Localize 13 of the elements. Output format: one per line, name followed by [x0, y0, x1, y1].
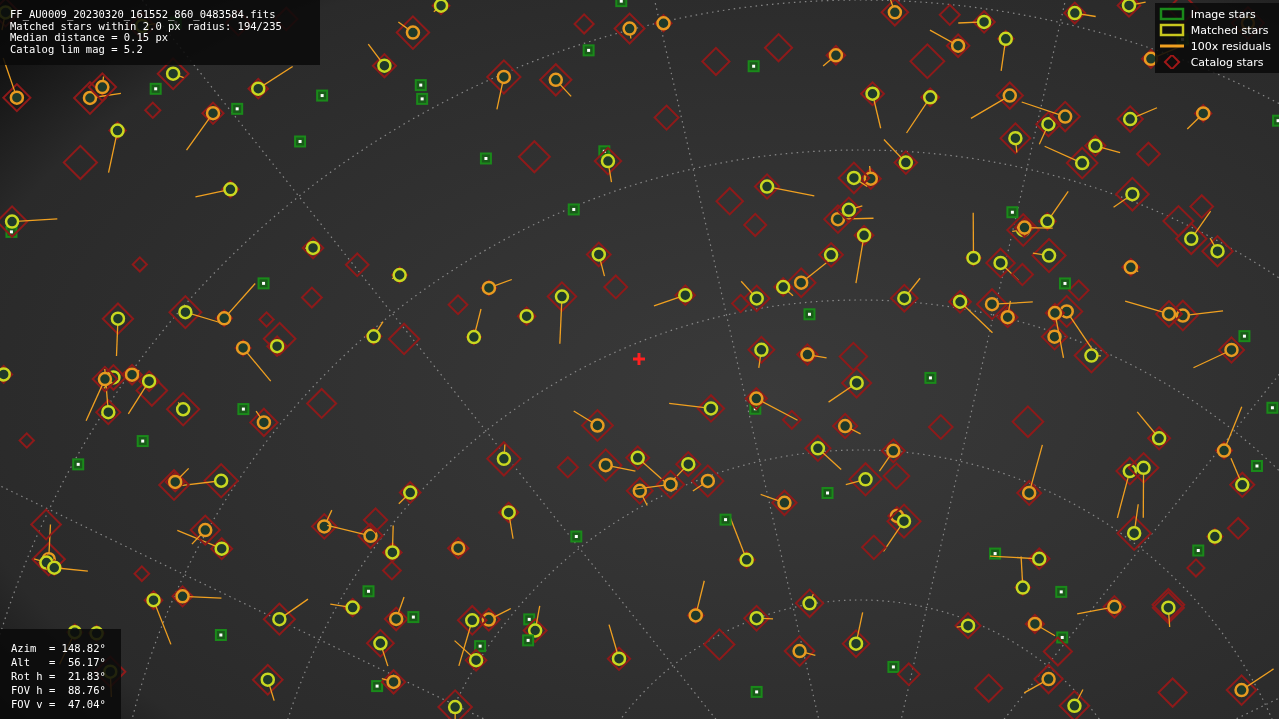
info-text: Median distance = 0.15 px [10, 32, 169, 44]
pointing-text: Rot h = 21.83° [11, 669, 107, 683]
pointing-text: Azim = 148.82° [11, 641, 107, 655]
pointing-text: FOV v = 47.04° [11, 697, 107, 711]
legend-label: Matched stars [1190, 23, 1269, 37]
legend-label: 100x residuals [1190, 39, 1271, 53]
legend-label: Image stars [1190, 7, 1256, 21]
pointing-text: Alt = 56.17° [11, 655, 107, 669]
info-text: Catalog lim mag = 5.2 [10, 43, 144, 55]
info-text: FF_AU0009_20230320_161552_860_0483584.fits [10, 9, 277, 21]
legend-label: Catalog stars [1190, 55, 1264, 69]
info-text: Matched stars within 2.0 px radius: 194/235 [10, 20, 283, 32]
pointing-text: FOV h = 88.76° [11, 683, 107, 697]
